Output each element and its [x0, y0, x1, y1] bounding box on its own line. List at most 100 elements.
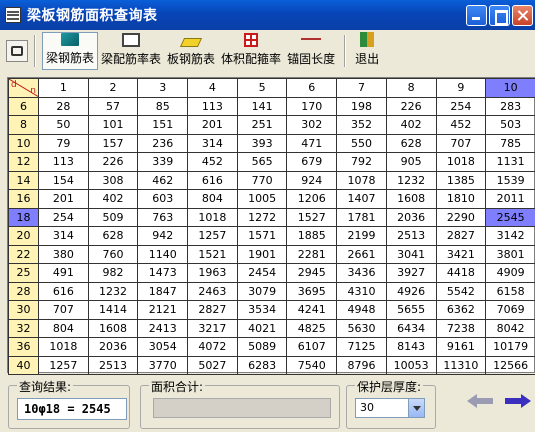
grid-cell[interactable]: 339	[137, 152, 189, 172]
grid-cell[interactable]: 1131	[485, 152, 535, 172]
grid-cell[interactable]: 6158	[485, 281, 535, 301]
grid-cell[interactable]: 11310	[435, 355, 487, 375]
grid-cell[interactable]: 1018	[435, 152, 487, 172]
grid-cell[interactable]: 2463	[187, 281, 238, 301]
grid-cell[interactable]: 4310	[336, 281, 387, 301]
chevron-down-icon[interactable]	[408, 399, 424, 417]
beam-ratio-button[interactable]: 梁配筋率表	[98, 32, 164, 70]
grid-cell[interactable]: 151	[137, 115, 189, 135]
row-header[interactable]: 40	[8, 355, 39, 375]
grid-cell[interactable]: 3142	[485, 226, 535, 246]
grid-cell[interactable]: 1018	[38, 337, 89, 357]
grid-cell[interactable]: 1963	[187, 263, 238, 283]
column-header[interactable]: 3	[137, 78, 189, 98]
grid-cell[interactable]: 9161	[435, 337, 487, 357]
column-header[interactable]: 10	[485, 78, 535, 98]
grid-cell[interactable]: 1414	[87, 300, 139, 320]
grid-cell[interactable]: 198	[336, 96, 387, 116]
grid-cell[interactable]: 283	[485, 96, 535, 116]
grid-cell[interactable]: 1232	[385, 170, 437, 190]
column-header[interactable]: 7	[336, 78, 387, 98]
grid-cell[interactable]: 4825	[286, 318, 338, 338]
grid-cell[interactable]: 402	[87, 189, 139, 209]
grid-cell[interactable]: 314	[38, 226, 89, 246]
grid-cell[interactable]: 2290	[435, 207, 487, 227]
row-header[interactable]: 28	[8, 281, 39, 301]
grid-cell[interactable]: 760	[87, 244, 139, 264]
row-header[interactable]: 30	[8, 300, 39, 320]
grid-cell[interactable]: 393	[236, 133, 288, 153]
grid-cell[interactable]: 85	[137, 96, 189, 116]
grid-cell[interactable]: 3079	[236, 281, 288, 301]
grid-cell[interactable]: 7238	[435, 318, 487, 338]
grid-cell[interactable]: 254	[38, 207, 89, 227]
grid-cell[interactable]: 101	[87, 115, 139, 135]
grid-cell[interactable]: 1257	[38, 355, 89, 375]
grid-cell[interactable]: 4021	[236, 318, 288, 338]
grid-cell[interactable]: 3217	[187, 318, 238, 338]
grid-cell[interactable]: 616	[38, 281, 89, 301]
grid-cell[interactable]: 942	[137, 226, 189, 246]
next-button[interactable]	[505, 394, 531, 408]
minimize-button[interactable]	[466, 5, 487, 26]
grid-cell[interactable]: 57	[87, 96, 139, 116]
grid-cell[interactable]: 628	[385, 133, 437, 153]
grid-cell[interactable]: 79	[38, 133, 89, 153]
volume-stirrup-button[interactable]: 体积配箍率	[218, 32, 284, 70]
grid-cell[interactable]: 770	[236, 170, 288, 190]
grid-cell[interactable]: 5027	[187, 355, 238, 375]
grid-cell[interactable]: 2011	[485, 189, 535, 209]
grid-cell[interactable]: 2513	[87, 355, 139, 375]
grid-cell[interactable]: 6362	[435, 300, 487, 320]
grid-cell[interactable]: 491	[38, 263, 89, 283]
grid-cell[interactable]: 28	[38, 96, 89, 116]
grid-cell[interactable]: 509	[87, 207, 139, 227]
grid-cell[interactable]: 3054	[137, 337, 189, 357]
grid-cell[interactable]: 905	[385, 152, 437, 172]
grid-cell[interactable]: 12566	[485, 355, 535, 375]
grid-cell[interactable]: 380	[38, 244, 89, 264]
grid-cell[interactable]: 1847	[137, 281, 189, 301]
grid-cell[interactable]: 6434	[385, 318, 437, 338]
grid-cell[interactable]: 1078	[336, 170, 387, 190]
grid-cell[interactable]: 113	[187, 96, 238, 116]
row-header[interactable]: 16	[8, 189, 39, 209]
grid-cell[interactable]: 113	[38, 152, 89, 172]
grid-cell[interactable]: 1608	[87, 318, 139, 338]
prev-button[interactable]	[467, 394, 493, 408]
grid-cell[interactable]: 3927	[385, 263, 437, 283]
grid-cell[interactable]: 170	[286, 96, 338, 116]
grid-cell[interactable]: 3770	[137, 355, 189, 375]
anchor-length-button[interactable]: 锚固长度	[284, 32, 338, 70]
grid-cell[interactable]: 2281	[286, 244, 338, 264]
column-header[interactable]: 8	[385, 78, 437, 98]
grid-cell[interactable]: 5089	[236, 337, 288, 357]
grid-cell[interactable]: 3801	[485, 244, 535, 264]
grid-cell[interactable]: 1901	[236, 244, 288, 264]
grid-cell[interactable]: 1473	[137, 263, 189, 283]
grid-cell[interactable]: 503	[485, 115, 535, 135]
grid-cell[interactable]: 565	[236, 152, 288, 172]
grid-cell[interactable]: 2413	[137, 318, 189, 338]
column-header[interactable]: 1	[38, 78, 89, 98]
row-header[interactable]: 8	[8, 115, 39, 135]
grid-cell[interactable]: 314	[187, 133, 238, 153]
grid-cell[interactable]: 5630	[336, 318, 387, 338]
grid-cell[interactable]: 616	[187, 170, 238, 190]
grid-cell[interactable]: 3041	[385, 244, 437, 264]
grid-cell[interactable]: 2827	[187, 300, 238, 320]
grid-cell[interactable]: 1810	[435, 189, 487, 209]
grid-cell[interactable]: 2199	[336, 226, 387, 246]
grid-cell[interactable]: 2827	[435, 226, 487, 246]
grid-cell[interactable]: 1781	[336, 207, 387, 227]
column-header[interactable]: 5	[236, 78, 288, 98]
grid-cell[interactable]: 1527	[286, 207, 338, 227]
grid-cell[interactable]: 763	[137, 207, 189, 227]
grid-cell[interactable]: 1571	[236, 226, 288, 246]
grid-cell[interactable]: 4418	[435, 263, 487, 283]
close-button[interactable]	[512, 5, 533, 26]
grid-cell[interactable]: 10179	[485, 337, 535, 357]
grid-cell[interactable]: 7540	[286, 355, 338, 375]
grid-cell[interactable]: 452	[187, 152, 238, 172]
grid-cell[interactable]: 10053	[385, 355, 437, 375]
